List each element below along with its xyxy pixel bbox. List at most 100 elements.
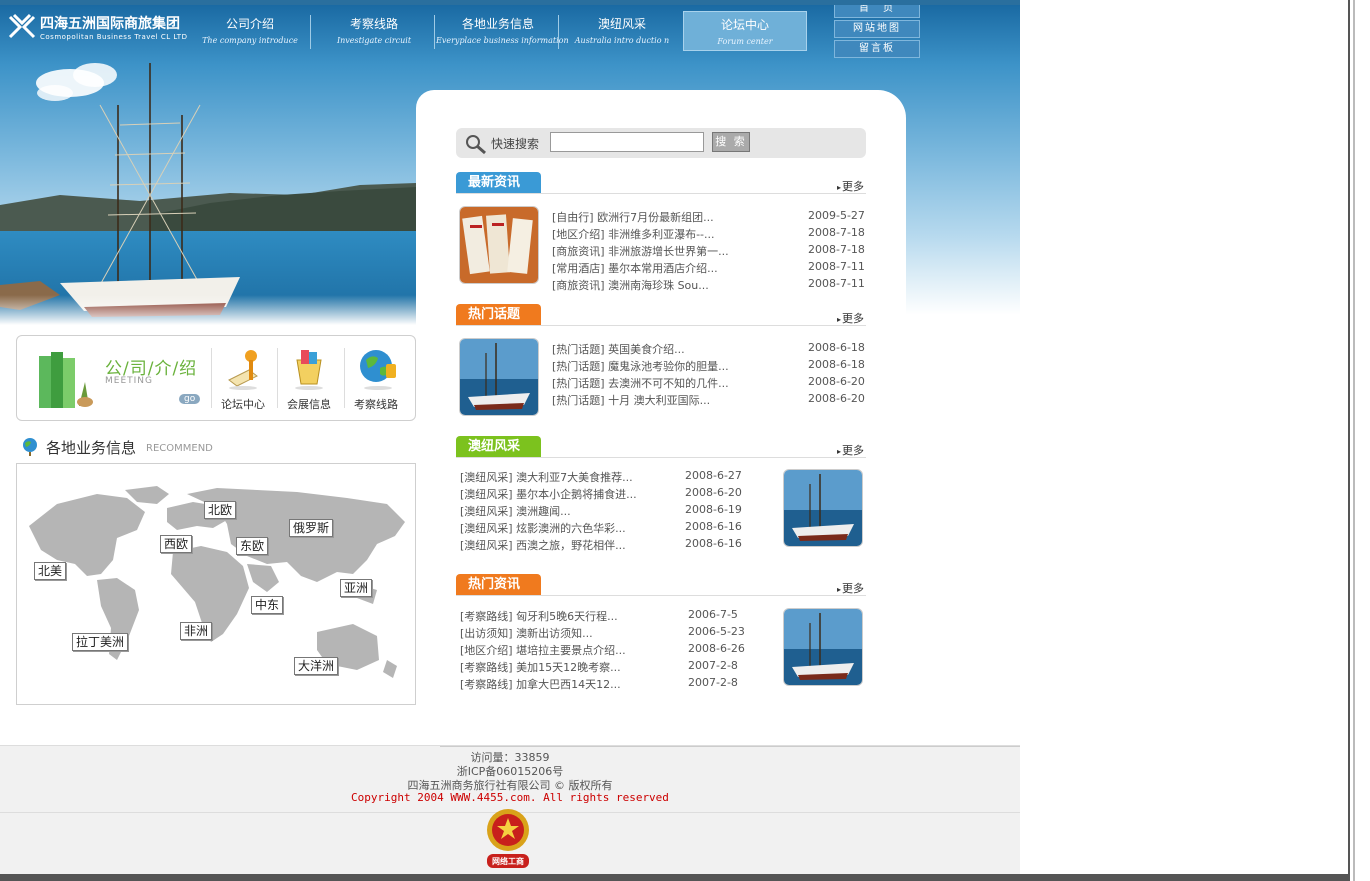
news-row[interactable]: [地区介绍] 非洲维多利亚瀑布--... 2008-7-18 [552, 226, 866, 243]
news-row[interactable]: [常用酒店] 墨尔本常用酒店介绍... 2008-7-11 [552, 260, 866, 277]
region-northern-europe[interactable]: 北欧 [204, 501, 237, 519]
more-link[interactable]: 更多 [837, 310, 864, 326]
logo-chinese-name: 四海五洲国际商旅集团 [40, 16, 180, 32]
news-row[interactable]: [商旅资讯] 澳洲南海珍珠 Sou... 2008-7-11 [552, 277, 866, 294]
quicklink-sitemap[interactable]: 网站地图 [834, 20, 920, 38]
business-license-badge[interactable]: 网络工商 [481, 806, 535, 874]
link-investigate-circuit[interactable]: 考察线路 [344, 342, 408, 414]
news-row[interactable]: [自由行] 欧洲行7月份最新组团... 2009-5-27 [552, 209, 866, 226]
hot-news-date: 2008-6-26 [688, 642, 745, 655]
anz-thumbnail[interactable] [783, 469, 863, 547]
page: 四海五洲国际商旅集团 Cosmopolitan Business Travel … [0, 5, 1020, 874]
topic-row[interactable]: [热门话题] 英国美食介绍... 2008-6-18 [552, 341, 866, 358]
anz-row[interactable]: [澳纽风采] 墨尔本小企鹅将捕食进... 2008-6-20 [460, 486, 760, 503]
nav-sublabel: Investigate circuit [336, 36, 412, 45]
section-tab[interactable]: 澳纽风采 [456, 436, 541, 458]
topic-row[interactable]: [热门话题] 魔鬼泳池考验你的胆量... 2008-6-18 [552, 358, 866, 375]
intro-go-button[interactable]: go [179, 394, 201, 404]
news-date: 2008-7-18 [808, 243, 865, 256]
region-russia[interactable]: 俄罗斯 [289, 519, 334, 537]
nav-label: 论坛中心 [720, 18, 769, 32]
books-icon [39, 352, 93, 408]
anz-title: [澳纽风采] 炫影澳洲的六色华彩... [460, 522, 626, 535]
section-divider [456, 457, 866, 458]
more-link[interactable]: 更多 [837, 442, 864, 458]
footer-divider [440, 746, 1020, 747]
site-logo[interactable]: 四海五洲国际商旅集团 Cosmopolitan Business Travel … [8, 11, 188, 47]
section-tab[interactable]: 最新资讯 [456, 172, 541, 194]
topic-thumbnail[interactable] [459, 338, 539, 416]
quick-search-bar: 快速搜索 搜 索 [456, 128, 866, 158]
more-link[interactable]: 更多 [837, 580, 864, 596]
news-date: 2008-7-18 [808, 226, 865, 239]
hot-news-date: 2006-7-5 [688, 608, 738, 621]
link-exhibition-info[interactable]: 会展信息 [277, 342, 341, 414]
anz-row[interactable]: [澳纽风采] 澳洲趣闻... 2008-6-19 [460, 503, 760, 520]
section-hot-news: 热门资讯 更多 [考察路线] 匈牙利5晚6天行程... 2006-7-5 [出访… [456, 574, 866, 696]
globe-icon [360, 350, 396, 390]
anz-row[interactable]: [澳纽风采] 炫影澳洲的六色华彩... 2008-6-16 [460, 520, 760, 537]
logo-mark-icon [8, 13, 36, 39]
more-link[interactable]: 更多 [837, 178, 864, 194]
topic-title: [热门话题] 英国美食介绍... [552, 343, 685, 356]
region-western-europe[interactable]: 西欧 [160, 535, 193, 553]
topic-date: 2008-6-18 [808, 341, 865, 354]
region-eastern-europe[interactable]: 东欧 [236, 537, 269, 555]
hot-news-row[interactable]: [地区介绍] 堪培拉主要景点介绍... 2008-6-26 [460, 642, 760, 659]
anz-title: [澳纽风采] 墨尔本小企鹅将捕食进... [460, 488, 637, 501]
hero-image [0, 45, 416, 325]
quicklink-home[interactable]: 首 页 [834, 5, 920, 18]
topic-row[interactable]: [热门话题] 去澳洲不可不知的几件... 2008-6-20 [552, 375, 866, 392]
exhibition-icon [295, 350, 323, 390]
topic-title: [热门话题] 魔鬼泳池考验你的胆量... [552, 360, 729, 373]
anz-row[interactable]: [澳纽风采] 西澳之旅，野花相伴... 2008-6-16 [460, 537, 760, 554]
quick-links: 首 页 网站地图 留言板 [834, 5, 920, 60]
region-middle-east[interactable]: 中东 [251, 596, 284, 614]
hot-news-date: 2007-2-8 [688, 676, 738, 689]
intro-item-label: 论坛中心 [221, 398, 265, 411]
news-date: 2009-5-27 [808, 209, 865, 222]
nav-divider [434, 15, 435, 49]
business-info-title: 各地业务信息 [46, 439, 137, 457]
region-north-america[interactable]: 北美 [34, 562, 67, 580]
anz-date: 2008-6-19 [685, 503, 742, 516]
nav-forum-center[interactable]: 论坛中心 Forum center [683, 11, 807, 51]
newspapers-image [460, 207, 538, 283]
topic-row[interactable]: [热门话题] 十月 澳大利亚国际... 2008-6-20 [552, 392, 866, 409]
anz-row[interactable]: [澳纽风采] 澳大利亚7大美食推荐... 2008-6-27 [460, 469, 760, 486]
region-africa[interactable]: 非洲 [180, 622, 213, 640]
quicklink-guestbook[interactable]: 留言板 [834, 40, 920, 58]
nav-sublabel: Forum center [717, 37, 773, 46]
anz-date: 2008-6-27 [685, 469, 742, 482]
business-info-subtitle: RECOMMEND [146, 443, 213, 454]
link-forum-center[interactable]: 论坛中心 [211, 342, 275, 414]
section-tab[interactable]: 热门资讯 [456, 574, 541, 596]
hot-news-row[interactable]: [考察路线] 加拿大巴西14天12... 2007-2-8 [460, 676, 760, 693]
hot-news-row[interactable]: [考察路线] 美加15天12晚考察... 2007-2-8 [460, 659, 760, 676]
search-input[interactable] [550, 132, 704, 152]
news-date: 2008-7-11 [808, 260, 865, 273]
section-hot-topics: 热门话题 更多 [热门话题] 英国美食介绍... 2008-6-18 [热门话题… [456, 304, 866, 419]
intro-item-label: 会展信息 [287, 398, 331, 411]
section-divider [456, 325, 866, 326]
hot-news-row[interactable]: [考察路线] 匈牙利5晚6天行程... 2006-7-5 [460, 608, 760, 625]
hot-news-row[interactable]: [出访须知] 澳新出访须知... 2006-5-23 [460, 625, 760, 642]
badge-label: 网络工商 [492, 857, 524, 866]
nav-label: 各地业务信息 [461, 17, 534, 31]
nav-business-info[interactable]: 各地业务信息 Everyplace business information [436, 11, 569, 51]
search-button[interactable]: 搜 索 [712, 132, 750, 152]
company-intro-box: 公/司/介/绍 MEETING go 论坛中心 会展信息 考察线路 [16, 335, 416, 421]
anz-date: 2008-6-16 [685, 537, 742, 550]
region-latin-america[interactable]: 拉丁美洲 [72, 633, 129, 651]
nav-sublabel: Everyplace business information [436, 36, 569, 45]
region-oceania[interactable]: 大洋洲 [294, 657, 339, 675]
news-thumbnail[interactable] [459, 206, 539, 284]
ship-thumbnail-image [460, 339, 538, 415]
hot-news-thumbnail[interactable] [783, 608, 863, 686]
news-row[interactable]: [商旅资讯] 非洲旅游增长世界第一... 2008-7-18 [552, 243, 866, 260]
nav-australia-nz[interactable]: 澳纽风采 Australia intro ductio n [560, 11, 684, 51]
region-asia[interactable]: 亚洲 [340, 579, 373, 597]
section-latest-news: 最新资讯 更多 [自由行] 欧洲行7月份最新组团... 2009-5-27 [地… [456, 172, 866, 292]
section-tab[interactable]: 热门话题 [456, 304, 541, 326]
section-australia-nz: 澳纽风采 更多 [澳纽风采] 澳大利亚7大美食推荐... 2008-6-27 [… [456, 436, 866, 556]
